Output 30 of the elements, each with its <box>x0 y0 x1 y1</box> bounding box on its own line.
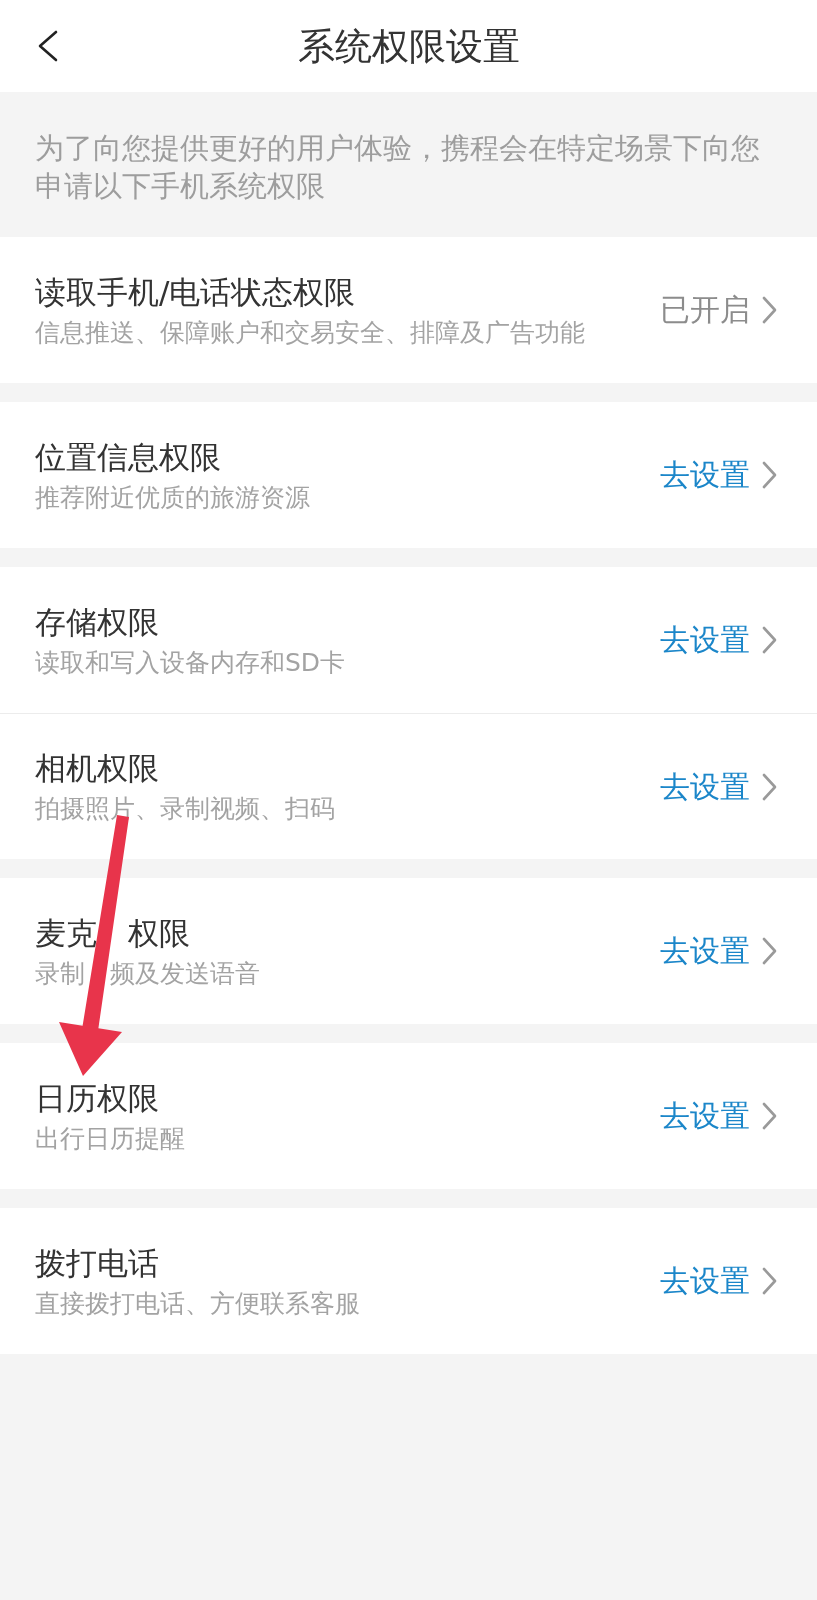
page-title: 系统权限设置 <box>297 27 520 65</box>
permission-title: 麦克 权限 <box>35 913 190 952</box>
intro-text: 为了向您提供更好的用户体验，携程会在特定场景下向您申请以下手机系统权限 <box>34 130 761 205</box>
settings-link[interactable]: 去设置 <box>660 932 750 970</box>
permission-description: 信息推送、保障账户和交易安全、排障及广告功能 <box>35 317 585 348</box>
permission-description: 读取和写入设备内存和SD卡 <box>35 647 346 678</box>
settings-link[interactable]: 去设置 <box>660 1097 750 1135</box>
permission-title: 读取手机/电话状态权限 <box>35 272 356 311</box>
chevron-right-icon <box>762 296 777 324</box>
chevron-right-icon <box>762 461 777 489</box>
permission-title: 日历权限 <box>35 1078 159 1117</box>
chevron-right-icon <box>762 937 777 965</box>
permission-description: 录制 频及发送语音 <box>35 958 260 989</box>
permission-description: 拍摄照片、录制视频、扫码 <box>35 794 335 824</box>
chevron-right-icon <box>762 626 777 654</box>
settings-link[interactable]: 去设置 <box>660 1262 750 1300</box>
permission-description: 出行日历提醒 <box>35 1123 185 1154</box>
permission-title: 拨打电话 <box>35 1243 159 1282</box>
permission-title: 相机权限 <box>35 749 159 787</box>
permission-description: 直接拨打电话、方便联系客服 <box>35 1288 360 1319</box>
chevron-right-icon <box>762 1267 777 1295</box>
settings-link[interactable]: 去设置 <box>660 456 750 494</box>
chevron-right-icon <box>762 1102 777 1130</box>
back-icon[interactable] <box>37 30 59 62</box>
permission-description: 推荐附近优质的旅游资源 <box>35 482 310 513</box>
settings-link[interactable]: 去设置 <box>660 621 750 659</box>
permission-title: 存储权限 <box>35 602 159 641</box>
chevron-right-icon <box>762 772 777 801</box>
settings-link[interactable]: 去设置 <box>660 767 750 806</box>
permission-title: 位置信息权限 <box>35 437 221 476</box>
